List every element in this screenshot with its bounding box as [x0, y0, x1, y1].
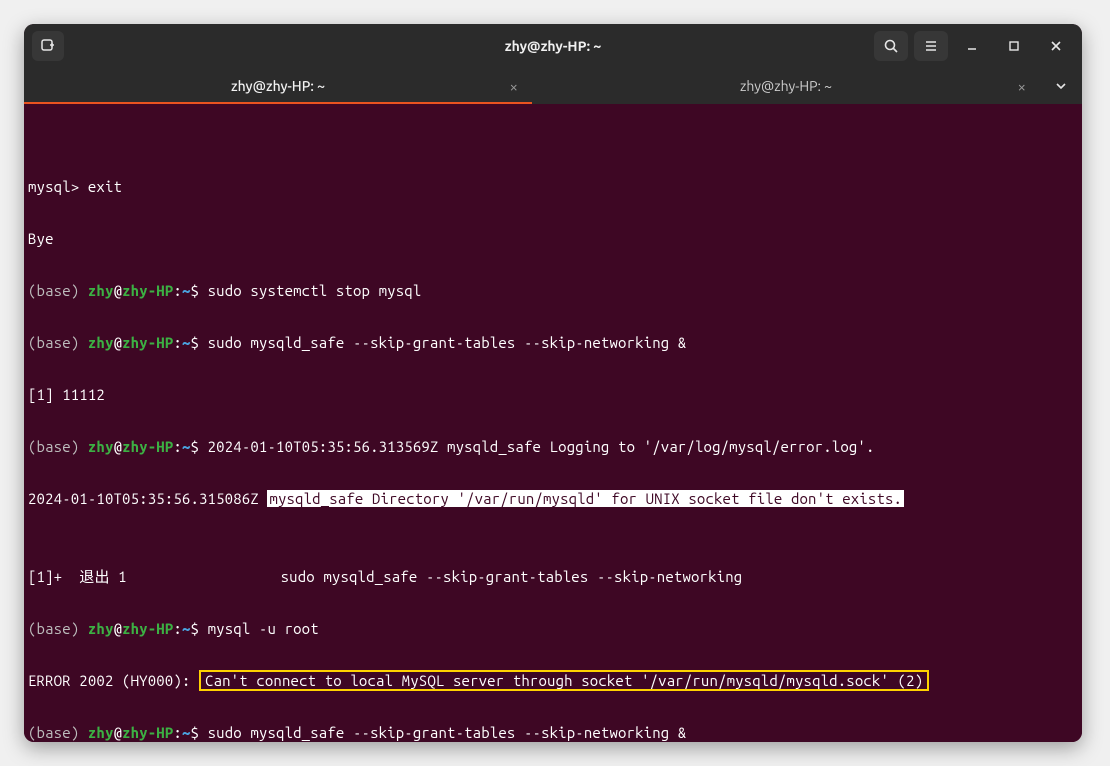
hamburger-icon	[923, 38, 939, 54]
minimize-button[interactable]	[954, 31, 990, 61]
tabs-dropdown[interactable]	[1040, 68, 1082, 104]
tab-2-label: zhy@zhy-HP: ~	[740, 78, 832, 94]
menu-button[interactable]	[914, 31, 948, 61]
tab-1-label: zhy@zhy-HP: ~	[231, 78, 325, 94]
minimize-icon	[965, 39, 979, 53]
term-line: (base) zhy@zhy-HP:~$ sudo systemctl stop…	[24, 278, 1082, 304]
tab-1-close[interactable]: ×	[510, 78, 518, 95]
term-line: [1]+ 退出 1 sudo mysqld_safe --skip-grant-…	[24, 564, 1082, 590]
term-line: (base) zhy@zhy-HP:~$ sudo mysqld_safe --…	[24, 720, 1082, 742]
terminal-viewport[interactable]: mysql> exit Bye (base) zhy@zhy-HP:~$ sud…	[24, 104, 1082, 742]
close-button[interactable]	[1038, 31, 1074, 61]
tab-1[interactable]: zhy@zhy-HP: ~ ×	[24, 68, 532, 104]
tab-2[interactable]: zhy@zhy-HP: ~ ×	[532, 68, 1040, 104]
tab-2-close[interactable]: ×	[1018, 78, 1026, 95]
term-line: 2024-01-10T05:35:56.315086Z mysqld_safe …	[24, 486, 1082, 512]
term-line: [1] 11112	[24, 382, 1082, 408]
highlighted-error: Can't connect to local MySQL server thro…	[199, 670, 929, 691]
selected-text: mysqld_safe Directory '/var/run/mysqld' …	[267, 490, 904, 507]
new-tab-icon	[40, 38, 56, 54]
search-icon	[883, 38, 899, 54]
chevron-down-icon	[1054, 79, 1068, 93]
term-line: mysql> exit	[24, 174, 1082, 200]
tab-strip: zhy@zhy-HP: ~ × zhy@zhy-HP: ~ ×	[24, 68, 1082, 104]
search-button[interactable]	[874, 31, 908, 61]
new-tab-button[interactable]	[32, 31, 64, 61]
term-line: (base) zhy@zhy-HP:~$ sudo mysqld_safe --…	[24, 330, 1082, 356]
titlebar: zhy@zhy-HP: ~	[24, 24, 1082, 68]
close-icon	[1049, 39, 1063, 53]
terminal-window: zhy@zhy-HP: ~	[24, 24, 1082, 742]
maximize-button[interactable]	[996, 31, 1032, 61]
term-line: ERROR 2002 (HY000): Can't connect to loc…	[24, 668, 1082, 694]
term-line: (base) zhy@zhy-HP:~$ mysql -u root	[24, 616, 1082, 642]
term-line: Bye	[24, 226, 1082, 252]
maximize-icon	[1007, 39, 1021, 53]
term-line: (base) zhy@zhy-HP:~$ 2024-01-10T05:35:56…	[24, 434, 1082, 460]
